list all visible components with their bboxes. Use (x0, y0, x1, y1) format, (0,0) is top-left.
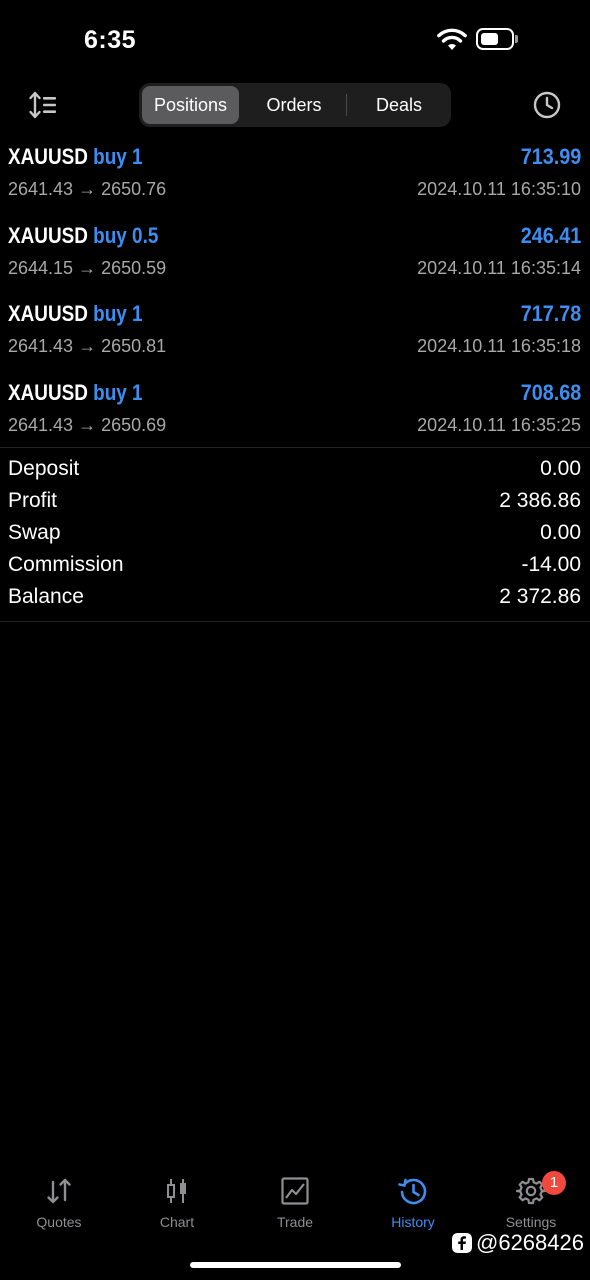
tab-label: History (391, 1214, 435, 1230)
symbol-text: XAUUSD (8, 222, 88, 248)
position-prices: 2644.15 → 2650.59 (8, 257, 167, 278)
position-profit: 708.68 (520, 379, 581, 405)
position-time: 2024.10.11 16:35:25 (417, 414, 581, 435)
battery-icon (476, 28, 514, 50)
position-prices: 2641.43 → 2650.76 (8, 179, 167, 199)
summary-label: Profit (8, 489, 58, 512)
position-time: 2024.10.11 16:35:14 (417, 257, 581, 278)
top-toolbar: Positions Orders Deals (0, 82, 590, 128)
position-side: buy 1 (93, 144, 143, 169)
candlestick-chart-icon (167, 1179, 186, 1203)
battery-cap (515, 35, 518, 43)
position-symbol: XAUUSD buy 1 (8, 380, 143, 406)
summary-label: Swap (8, 521, 61, 544)
position-symbol: XAUUSD buy 0.5 (8, 223, 158, 249)
position-profit: 246.41 (520, 222, 581, 248)
position-row[interactable]: XAUUSD buy 1 708.68 2641.43 → 2650.69 20… (0, 376, 590, 455)
clock-icon[interactable] (532, 90, 562, 120)
tab-trade[interactable]: Trade (236, 1170, 354, 1240)
symbol-text: XAUUSD (8, 379, 88, 405)
tab-deals[interactable]: Deals (347, 86, 451, 124)
position-row[interactable]: XAUUSD buy 1 717.78 2641.43 → 2650.81 20… (0, 297, 590, 376)
tab-quotes[interactable]: Quotes (0, 1170, 118, 1240)
summary-label: Deposit (8, 457, 80, 480)
position-symbol: XAUUSD buy 1 (8, 301, 143, 327)
wifi-icon (437, 28, 467, 50)
position-time: 2024.10.11 16:35:10 (417, 179, 581, 199)
position-profit: 717.78 (520, 301, 581, 326)
position-side: buy 0.5 (93, 222, 159, 248)
summary-label: Commission (8, 553, 124, 576)
summary-row-profit: Profit 2 386.86 (0, 486, 590, 518)
sort-icon[interactable] (28, 90, 60, 120)
summary-row-balance: Balance 2 372.86 (0, 582, 590, 614)
position-symbol: XAUUSD buy 1 (8, 144, 143, 170)
tab-history[interactable]: History (354, 1170, 472, 1240)
position-row[interactable]: XAUUSD buy 0.5 246.41 2644.15 → 2650.59 … (0, 219, 590, 298)
position-time: 2024.10.11 16:35:18 (417, 336, 581, 356)
tab-label: Settings (505, 1214, 557, 1230)
position-side: buy 1 (93, 379, 143, 405)
status-time: 6:35 (84, 26, 137, 54)
quotes-arrows-icon (47, 1178, 71, 1204)
tab-positions[interactable]: Positions (142, 86, 239, 124)
trade-chart-icon (281, 1177, 309, 1205)
summary-value: 0.00 (540, 457, 581, 480)
history-icon (398, 1178, 427, 1205)
tab-label: Trade (276, 1214, 314, 1230)
summary-label: Balance (8, 585, 84, 608)
facebook-icon (452, 1233, 472, 1253)
symbol-text: XAUUSD (8, 301, 88, 326)
summary-row-deposit: Deposit 0.00 (0, 454, 590, 486)
battery-level (481, 33, 498, 45)
summary-value: 2 386.86 (499, 489, 581, 512)
status-bar: 6:35 (0, 0, 590, 70)
tab-chart[interactable]: Chart (118, 1170, 236, 1240)
summary-value: -14.00 (521, 553, 581, 576)
divider (0, 447, 590, 448)
account-summary: Deposit 0.00 Profit 2 386.86 Swap 0.00 C… (0, 454, 590, 614)
symbol-text: XAUUSD (8, 144, 88, 169)
summary-row-swap: Swap 0.00 (0, 518, 590, 550)
position-profit: 713.99 (520, 144, 581, 169)
summary-value: 2 372.86 (499, 585, 581, 608)
history-segmented-control: Positions Orders Deals (139, 83, 451, 127)
divider (0, 621, 590, 622)
positions-list: XAUUSD buy 1 713.99 2641.43 → 2650.76 20… (0, 140, 590, 454)
tab-label: Chart (159, 1214, 195, 1230)
position-row[interactable]: XAUUSD buy 1 713.99 2641.43 → 2650.76 20… (0, 140, 590, 219)
position-side: buy 1 (93, 301, 143, 326)
home-indicator[interactable] (190, 1262, 401, 1268)
watermark-text: @6268426 (476, 1230, 584, 1255)
tab-label: Quotes (36, 1214, 82, 1230)
summary-row-commission: Commission -14.00 (0, 550, 590, 582)
summary-value: 0.00 (540, 521, 581, 544)
position-prices: 2641.43 → 2650.69 (8, 414, 167, 435)
notification-badge: 1 (542, 1171, 566, 1195)
position-prices: 2641.43 → 2650.81 (8, 336, 167, 356)
tab-orders[interactable]: Orders (242, 86, 346, 124)
